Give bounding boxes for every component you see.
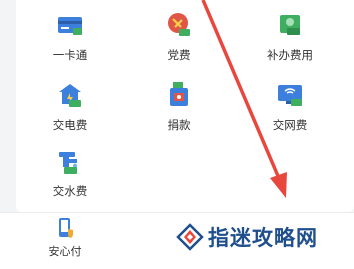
service-label: 党费 [167, 48, 191, 62]
service-label: 捐款 [167, 118, 191, 132]
card-icon [58, 17, 82, 35]
watermark: 指迷攻略网 [176, 222, 318, 252]
service-label: 一卡通 [52, 48, 88, 62]
internet-fee-icon [278, 85, 302, 106]
service-label: 补办费用 [267, 48, 313, 62]
services-panel: 一卡通 党费 补办费用 交电费 捐款 交网费 交水费 [16, 0, 354, 212]
service-electricity-fee[interactable]: 交电费 [20, 80, 120, 142]
service-label: 交网费 [272, 118, 308, 132]
tab-label: 安心付 [48, 245, 82, 258]
service-internet-fee[interactable]: 交网费 [240, 80, 340, 142]
service-card[interactable]: 一卡通 [20, 10, 120, 72]
service-donation[interactable]: 捐款 [129, 80, 229, 142]
water-fee-icon [59, 152, 77, 174]
service-label: 交电费 [52, 118, 88, 132]
service-label: 交水费 [52, 184, 88, 198]
service-party-dues[interactable]: 党费 [129, 10, 229, 72]
service-reissue-fee[interactable]: 补办费用 [240, 10, 340, 72]
zhimi-logo-icon [176, 223, 204, 251]
service-water-fee[interactable]: 交水费 [20, 146, 120, 208]
watermark-text: 指迷攻略网 [208, 226, 318, 250]
electricity-fee-icon [59, 84, 81, 107]
donation-icon [170, 82, 188, 106]
tab-anxinfu[interactable]: 安心付 [40, 217, 90, 259]
phone-shield-icon [59, 218, 73, 238]
party-dues-icon [168, 13, 190, 36]
reissue-fee-icon [280, 15, 300, 35]
